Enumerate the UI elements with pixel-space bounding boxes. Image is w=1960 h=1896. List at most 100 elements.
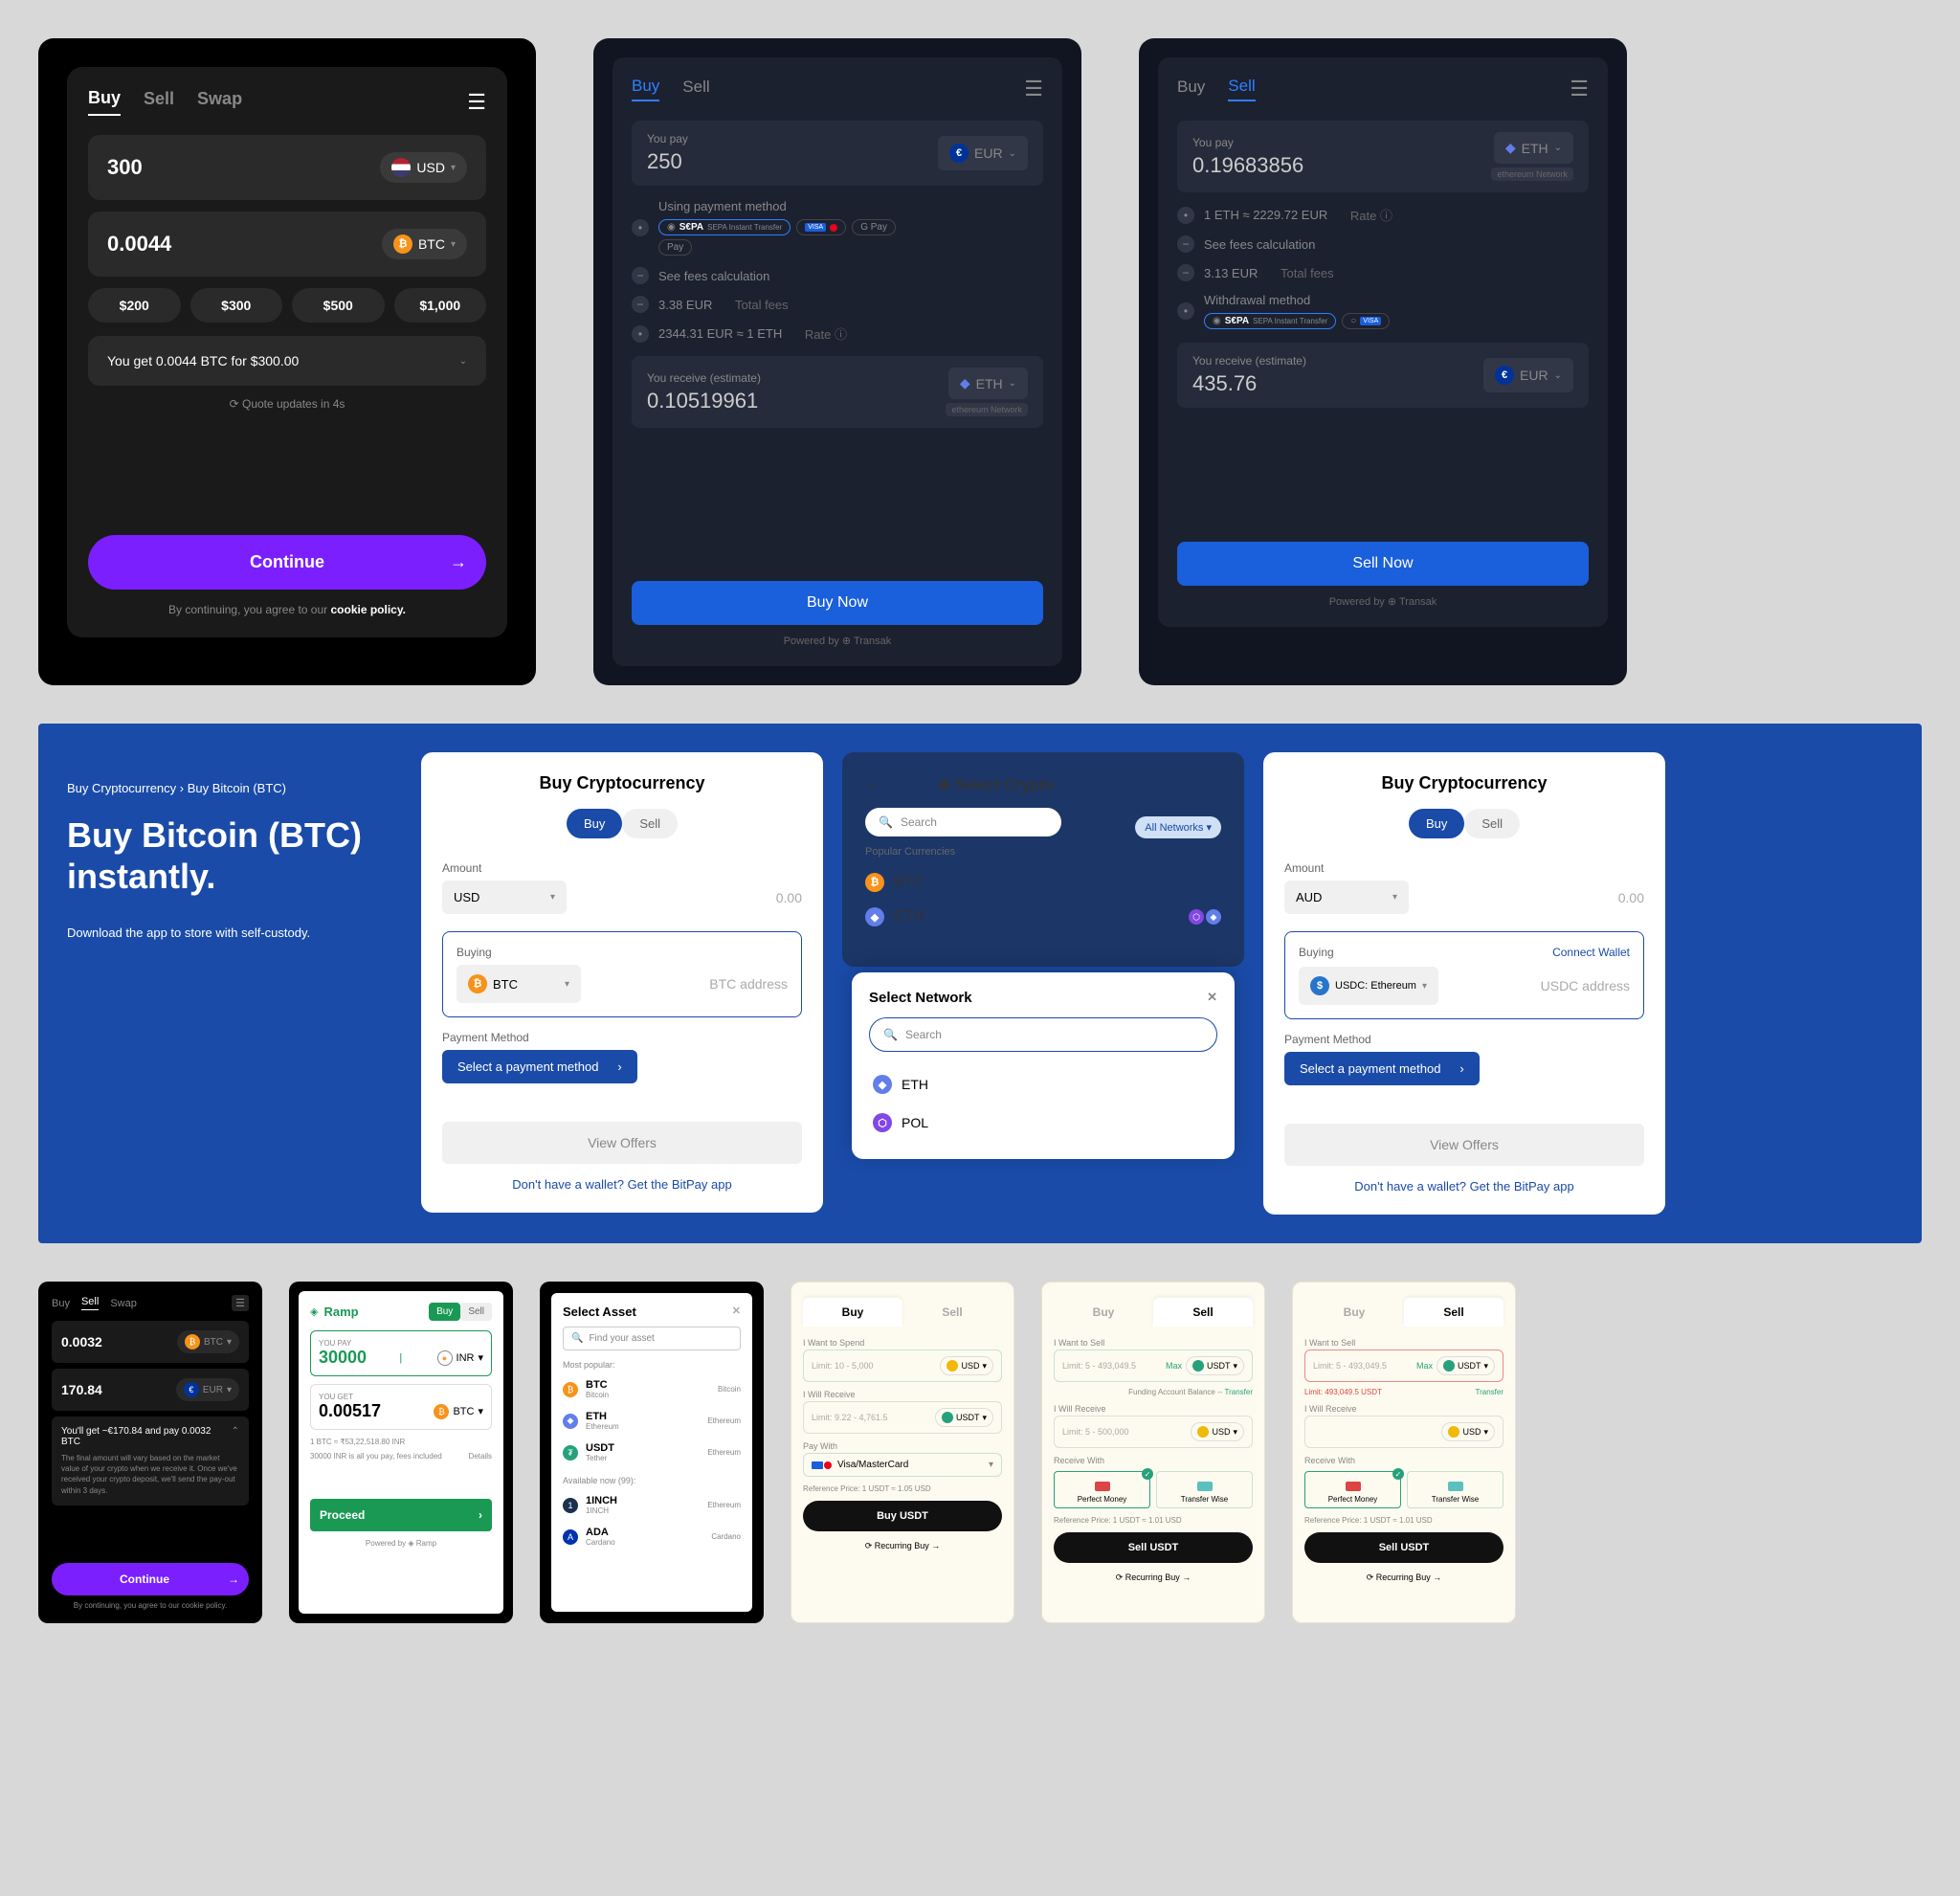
tab-buy[interactable]: Buy <box>1304 1298 1404 1327</box>
you-pay-field[interactable]: You pay 250 € EUR ⌄ <box>632 121 1043 186</box>
fiat-currency-selector[interactable]: € EUR ⌄ <box>1483 358 1573 392</box>
amount-input-row[interactable]: 300 USD ▾ <box>88 135 486 200</box>
select-payment-method-button[interactable]: Select a payment method › <box>1284 1052 1480 1085</box>
crypto-selector[interactable]: ₿ BTC ▾ <box>457 965 581 1003</box>
crypto-selector[interactable]: USDT ▾ <box>935 1408 993 1427</box>
tab-swap[interactable]: Swap <box>110 1298 137 1309</box>
fiat-selector[interactable]: €EUR ▾ <box>176 1378 239 1401</box>
tab-sell[interactable]: Sell <box>1464 809 1520 838</box>
tab-buy[interactable]: Buy <box>567 809 622 838</box>
payment-method-card[interactable]: VISA <box>796 219 846 235</box>
asset-search-input[interactable]: 🔍 Find your asset <box>563 1327 741 1350</box>
asset-btc[interactable]: ₿BTCBitcoinBitcoin <box>563 1373 741 1405</box>
asset-1inch[interactable]: 11INCH1INCHEthereum <box>563 1489 741 1521</box>
transfer-link[interactable]: Transfer <box>1225 1388 1254 1396</box>
tab-sell[interactable]: Sell <box>81 1296 99 1310</box>
network-item-eth[interactable]: ◆ ETH <box>869 1065 1217 1104</box>
quote-summary[interactable]: You get 0.0044 BTC for $300.00 ⌄ <box>88 336 486 386</box>
you-get-field[interactable]: YOU GET 0.00517 ₿BTC ▾ <box>310 1384 492 1430</box>
sell-field[interactable]: Limit: 5 - 493,049.5 Max USDT ▾ <box>1054 1350 1253 1382</box>
network-item-pol[interactable]: ⬡ POL <box>869 1104 1217 1142</box>
sell-button[interactable]: Sell USDT <box>1304 1532 1503 1563</box>
you-pay-field[interactable]: You pay 0.19683856 ◆ ETH ⌄ ethereum Netw… <box>1177 121 1589 192</box>
receive-input-row[interactable]: 0.0044 ₿ BTC ▾ <box>88 212 486 277</box>
tab-buy[interactable]: Buy <box>1409 809 1464 838</box>
receive-amount-row[interactable]: 170.84 €EUR ▾ <box>52 1369 249 1411</box>
menu-icon[interactable]: ☰ <box>1024 77 1043 101</box>
crypto-currency-selector[interactable]: ◆ ETH ⌄ <box>1494 132 1573 164</box>
menu-icon[interactable]: ☰ <box>1570 77 1589 101</box>
tab-buy[interactable]: Buy <box>52 1298 70 1309</box>
fiat-selector[interactable]: USD ▾ <box>940 1356 993 1375</box>
network-search-input[interactable]: 🔍 Search <box>869 1017 1217 1052</box>
sell-button[interactable]: Sell USDT <box>1054 1532 1253 1563</box>
sell-now-button[interactable]: Sell Now <box>1177 542 1589 586</box>
fees-toggle[interactable]: −See fees calculation <box>1177 235 1589 253</box>
close-icon[interactable]: ✕ <box>732 1305 741 1319</box>
tab-sell[interactable]: Sell <box>622 809 678 838</box>
get-wallet-link[interactable]: Don't have a wallet? Get the BitPay app <box>442 1177 802 1192</box>
tab-sell[interactable]: Sell <box>144 89 174 115</box>
continue-button[interactable]: Continue → <box>52 1563 249 1595</box>
tab-sell[interactable]: Sell <box>460 1303 492 1321</box>
payment-method-sepa[interactable]: ◉ S€PA SEPA Instant Transfer <box>658 219 791 235</box>
wallet-address-input[interactable]: BTC address <box>590 976 788 992</box>
details-link[interactable]: Details <box>469 1452 492 1461</box>
max-button[interactable]: Max <box>1416 1361 1433 1371</box>
payment-method-selector[interactable]: Visa/MasterCard ▾ <box>803 1453 1002 1477</box>
tab-buy[interactable]: Buy <box>632 77 659 101</box>
preset-500[interactable]: $500 <box>292 288 385 323</box>
view-offers-button[interactable]: View Offers <box>1284 1124 1644 1166</box>
wallet-address-input[interactable]: USDC address <box>1448 978 1630 993</box>
payment-method-gpay[interactable]: G Pay <box>852 219 896 235</box>
preset-1000[interactable]: $1,000 <box>394 288 487 323</box>
payment-method-applepay[interactable]: Pay <box>658 239 692 256</box>
receive-field[interactable]: USD ▾ <box>1304 1416 1503 1448</box>
cookie-policy-link[interactable]: cookie policy. <box>330 603 405 616</box>
tab-sell[interactable]: Sell <box>1153 1298 1253 1327</box>
transfer-link[interactable]: Transfer <box>1476 1388 1504 1396</box>
amount-input[interactable]: 0.00 <box>576 890 802 905</box>
quote-info[interactable]: You'll get ~€170.84 and pay 0.0032 BTC⌃ … <box>52 1416 249 1506</box>
crypto-selector[interactable]: USDT ▾ <box>1437 1356 1495 1375</box>
amount-input[interactable]: 0.00 <box>1418 890 1644 905</box>
recurring-buy-link[interactable]: ⟳ Recurring Buy → <box>803 1541 1002 1551</box>
fees-toggle[interactable]: −See fees calculation <box>632 267 1043 284</box>
withdrawal-card[interactable]: ○ VISA <box>1342 313 1390 329</box>
network-filter[interactable]: All Networks ▾ <box>1135 816 1221 838</box>
tab-buy[interactable]: Buy <box>88 88 121 116</box>
fiat-currency-selector[interactable]: USD ▾ <box>442 881 567 914</box>
crypto-selector[interactable]: ₿BTC ▾ <box>434 1404 483 1419</box>
buy-now-button[interactable]: Buy Now <box>632 581 1043 625</box>
asset-usdt[interactable]: ₮USDTTetherEthereum <box>563 1437 741 1468</box>
fiat-selector[interactable]: USD ▾ <box>1191 1422 1244 1441</box>
sell-field[interactable]: Limit: 5 - 493,049.5 Max USDT ▾ <box>1304 1350 1503 1382</box>
receive-transferwise[interactable]: Transfer Wise <box>1156 1471 1253 1508</box>
tab-sell[interactable]: Sell <box>682 78 709 100</box>
fiat-selector[interactable]: ●INR ▾ <box>437 1350 483 1366</box>
asset-eth[interactable]: ◆ETHEthereumEthereum <box>563 1405 741 1437</box>
tab-sell[interactable]: Sell <box>1404 1298 1503 1327</box>
recurring-buy-link[interactable]: ⟳ Recurring Buy → <box>1054 1573 1253 1583</box>
tab-sell[interactable]: Sell <box>1228 77 1255 101</box>
view-offers-button[interactable]: View Offers <box>442 1122 802 1164</box>
connect-wallet-link[interactable]: Connect Wallet <box>1552 946 1630 959</box>
receive-transferwise[interactable]: Transfer Wise <box>1407 1471 1503 1508</box>
tab-sell[interactable]: Sell <box>902 1298 1002 1327</box>
preset-200[interactable]: $200 <box>88 288 181 323</box>
tab-buy[interactable]: Buy <box>803 1298 902 1327</box>
you-receive-field[interactable]: You receive (estimate) 0.10519961 ◆ ETH … <box>632 356 1043 428</box>
fiat-currency-selector[interactable]: AUD ▾ <box>1284 881 1409 914</box>
receive-field[interactable]: Limit: 9.22 - 4,761.5 USDT ▾ <box>803 1401 1002 1434</box>
crypto-selector[interactable]: USDT ▾ <box>1186 1356 1244 1375</box>
tab-buy[interactable]: Buy <box>429 1303 460 1321</box>
receive-perfect-money[interactable]: Perfect Money <box>1054 1471 1150 1508</box>
get-wallet-link[interactable]: Don't have a wallet? Get the BitPay app <box>1284 1179 1644 1193</box>
sell-amount-row[interactable]: 0.0032 ₿BTC ▾ <box>52 1321 249 1363</box>
receive-perfect-money[interactable]: Perfect Money <box>1304 1471 1401 1508</box>
crypto-search-input[interactable]: 🔍 Search <box>865 808 1061 836</box>
currency-item-eth[interactable]: ◆ ETH ⬡ ◆ <box>865 900 1221 934</box>
max-button[interactable]: Max <box>1166 1361 1182 1371</box>
asset-ada[interactable]: AADACardanoCardano <box>563 1521 741 1552</box>
currency-item-btc[interactable]: ₿ BTC <box>865 865 1221 900</box>
